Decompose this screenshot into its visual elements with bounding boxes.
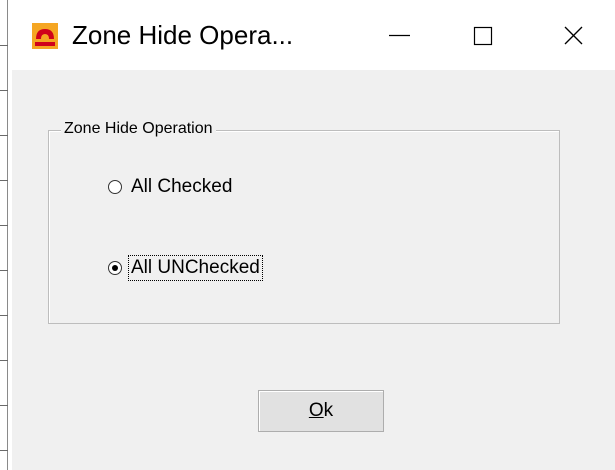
zone-hide-operation-group: Zone Hide Operation All Checked All UNCh… [48,120,560,324]
close-icon [564,26,583,45]
all-unchecked-label[interactable]: All UNChecked [128,255,263,281]
radio-unselected-icon [108,180,122,194]
app-logo-icon [32,23,58,49]
ok-label-rest: k [323,400,334,421]
ok-mnemonic: O [308,400,324,421]
minimize-icon [389,34,410,37]
ok-button[interactable]: Ok [258,390,384,432]
close-button[interactable] [525,0,615,70]
all-checked-radio[interactable] [107,179,123,195]
minimize-button[interactable] [354,0,444,70]
radio-selected-icon [108,261,122,275]
maximize-icon [473,26,493,46]
title-bar[interactable]: Zone Hide Opera... [12,0,615,70]
all-checked-label[interactable]: All Checked [131,176,232,198]
window-title: Zone Hide Opera... [72,20,294,50]
all-unchecked-radio[interactable] [107,260,123,276]
maximize-button[interactable] [437,0,527,70]
group-label: Zone Hide Operation [61,120,216,138]
dialog-window: Zone Hide Opera... Zone Hide Operation A… [12,0,615,470]
